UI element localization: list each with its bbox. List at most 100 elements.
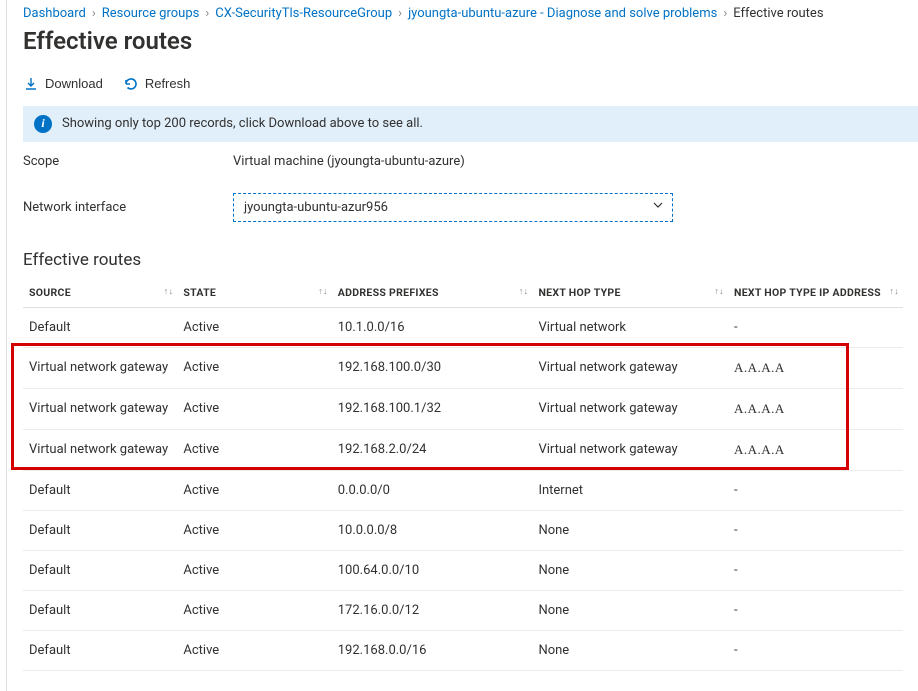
breadcrumb: Dashboard › Resource groups › CX-Securit…: [23, 0, 918, 23]
info-banner: i Showing only top 200 records, click Do…: [23, 106, 918, 142]
cell-source: Default: [23, 630, 177, 670]
cell-state: Active: [177, 630, 331, 670]
column-next-hop-ip[interactable]: NEXT HOP TYPE IP ADDRESS ↑↓: [728, 278, 903, 308]
breadcrumb-sep: ›: [199, 6, 215, 21]
cell-source: Default: [23, 550, 177, 590]
cell-source: Default: [23, 307, 177, 347]
cell-next-hop-type: None: [532, 550, 728, 590]
scope-label: Scope: [23, 154, 233, 169]
cell-address-prefix: 10.1.0.0/16: [332, 307, 533, 347]
breadcrumb-resource-group-name[interactable]: CX-SecurityTls-ResourceGroup: [215, 6, 392, 21]
network-interface-row: Network interface jyoungta-ubuntu-azur95…: [23, 181, 918, 234]
cell-state: Active: [177, 429, 331, 470]
cell-source: Virtual network gateway: [23, 388, 177, 429]
cell-address-prefix: 172.16.0.0/12: [332, 590, 533, 630]
refresh-button[interactable]: Refresh: [123, 76, 191, 92]
refresh-label: Refresh: [145, 76, 191, 91]
cell-source: Default: [23, 510, 177, 550]
cell-address-prefix: 192.168.2.0/24: [332, 429, 533, 470]
info-banner-text: Showing only top 200 records, click Down…: [62, 116, 423, 131]
sort-icon: ↑↓: [889, 289, 899, 295]
breadcrumb-sep: ›: [717, 6, 733, 21]
cell-next-hop-type: Virtual network: [532, 307, 728, 347]
breadcrumb-sep: ›: [86, 6, 102, 21]
table-row: DefaultActive10.1.0.0/16Virtual network-: [23, 307, 903, 347]
table-row: DefaultActive0.0.0.0/0Internet-: [23, 470, 903, 510]
sort-icon: ↑↓: [519, 289, 529, 295]
cell-address-prefix: 192.168.100.0/30: [332, 347, 533, 388]
table-row: DefaultActive192.168.0.0/16None-: [23, 630, 903, 670]
breadcrumb-sep: ›: [392, 6, 408, 21]
page-title: Effective routes: [23, 27, 918, 56]
network-interface-label: Network interface: [23, 200, 233, 215]
cell-state: Active: [177, 510, 331, 550]
cell-source: Default: [23, 590, 177, 630]
breadcrumb-dashboard[interactable]: Dashboard: [23, 6, 86, 21]
cell-next-hop-ip: A.A.A.A: [728, 388, 903, 429]
download-icon: [23, 76, 39, 92]
breadcrumb-vm-diagnose[interactable]: jyoungta-ubuntu-azure - Diagnose and sol…: [408, 6, 717, 21]
cell-source: Virtual network gateway: [23, 429, 177, 470]
column-state-label: STATE: [183, 286, 216, 299]
cell-source: Default: [23, 470, 177, 510]
table-row: DefaultActive100.64.0.0/10None-: [23, 550, 903, 590]
cell-address-prefix: 10.0.0.0/8: [332, 510, 533, 550]
cell-state: Active: [177, 307, 331, 347]
cell-next-hop-type: None: [532, 590, 728, 630]
table-row: Virtual network gatewayActive192.168.2.0…: [23, 429, 903, 470]
cell-state: Active: [177, 347, 331, 388]
column-source[interactable]: SOURCE ↑↓: [23, 278, 177, 308]
cell-address-prefix: 192.168.100.1/32: [332, 388, 533, 429]
column-address-prefixes[interactable]: ADDRESS PREFIXES ↑↓: [332, 278, 533, 308]
cell-next-hop-type: Internet: [532, 470, 728, 510]
cell-next-hop-type: Virtual network gateway: [532, 347, 728, 388]
column-next-hop-type[interactable]: NEXT HOP TYPE ↑↓: [532, 278, 728, 308]
column-address-prefixes-label: ADDRESS PREFIXES: [338, 286, 439, 299]
download-button[interactable]: Download: [23, 76, 103, 92]
cell-state: Active: [177, 388, 331, 429]
chevron-down-icon: [652, 199, 664, 215]
cell-next-hop-type: Virtual network gateway: [532, 388, 728, 429]
sort-icon: ↑↓: [714, 289, 724, 295]
sort-icon: ↑↓: [164, 289, 174, 295]
sort-icon: ↑↓: [318, 289, 328, 295]
download-label: Download: [45, 76, 103, 91]
breadcrumb-resource-groups[interactable]: Resource groups: [102, 6, 200, 21]
scope-value: Virtual machine (jyoungta-ubuntu-azure): [233, 154, 918, 169]
column-state[interactable]: STATE ↑↓: [177, 278, 331, 308]
network-interface-selected: jyoungta-ubuntu-azur956: [244, 200, 388, 215]
cell-next-hop-ip: -: [728, 470, 903, 510]
cell-next-hop-type: None: [532, 510, 728, 550]
cell-source: Virtual network gateway: [23, 347, 177, 388]
cell-next-hop-ip: A.A.A.A: [728, 347, 903, 388]
section-title: Effective routes: [23, 250, 918, 270]
cell-state: Active: [177, 550, 331, 590]
network-interface-select[interactable]: jyoungta-ubuntu-azur956: [233, 193, 673, 222]
column-source-label: SOURCE: [29, 286, 71, 299]
table-row: Virtual network gatewayActive192.168.100…: [23, 347, 903, 388]
cell-next-hop-ip: -: [728, 550, 903, 590]
cell-next-hop-ip: -: [728, 307, 903, 347]
routes-table: SOURCE ↑↓ STATE ↑↓ ADDRESS PREFIXES ↑↓ N…: [23, 278, 903, 671]
cell-state: Active: [177, 590, 331, 630]
cell-next-hop-type: None: [532, 630, 728, 670]
cell-next-hop-ip: A.A.A.A: [728, 429, 903, 470]
column-next-hop-ip-label: NEXT HOP TYPE IP ADDRESS: [734, 286, 881, 299]
cell-address-prefix: 100.64.0.0/10: [332, 550, 533, 590]
cell-next-hop-ip: -: [728, 510, 903, 550]
info-icon: i: [34, 115, 52, 133]
column-next-hop-type-label: NEXT HOP TYPE: [538, 286, 620, 299]
table-row: DefaultActive172.16.0.0/12None-: [23, 590, 903, 630]
routes-table-wrapper: SOURCE ↑↓ STATE ↑↓ ADDRESS PREFIXES ↑↓ N…: [23, 278, 918, 671]
cell-state: Active: [177, 470, 331, 510]
scope-row: Scope Virtual machine (jyoungta-ubuntu-a…: [23, 142, 918, 181]
table-row: Virtual network gatewayActive192.168.100…: [23, 388, 903, 429]
toolbar: Download Refresh: [23, 72, 918, 106]
cell-next-hop-ip: -: [728, 590, 903, 630]
refresh-icon: [123, 76, 139, 92]
cell-next-hop-ip: -: [728, 630, 903, 670]
cell-address-prefix: 192.168.0.0/16: [332, 630, 533, 670]
cell-address-prefix: 0.0.0.0/0: [332, 470, 533, 510]
cell-next-hop-type: Virtual network gateway: [532, 429, 728, 470]
breadcrumb-current: Effective routes: [733, 6, 823, 21]
